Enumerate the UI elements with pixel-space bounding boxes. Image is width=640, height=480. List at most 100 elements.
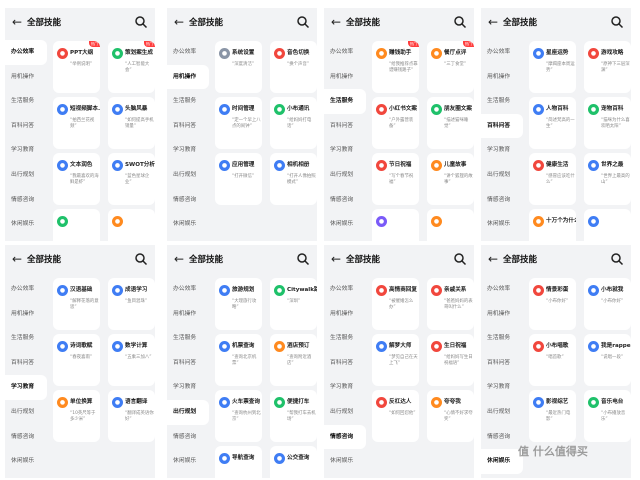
skill-card[interactable]: ● 人物百科 “简述梵高的一生” bbox=[529, 97, 576, 149]
skill-card[interactable]: ● 朋友圈文案 “描述猫咪睡觉” bbox=[427, 97, 474, 149]
category-item[interactable]: 休闲娱乐 bbox=[481, 449, 523, 474]
skill-card[interactable]: ● 生日祝福 “给妈妈写生日祝福语” bbox=[427, 334, 474, 386]
skill-card[interactable]: ● 音色切换 “换个声音” bbox=[270, 41, 317, 93]
category-item[interactable]: 生活服务 bbox=[481, 89, 523, 114]
category-item[interactable]: 生活服务 bbox=[167, 89, 209, 114]
skill-card[interactable]: ● bbox=[108, 209, 155, 241]
skill-card[interactable]: ● bbox=[427, 209, 474, 241]
category-item[interactable]: 百科问答 bbox=[324, 351, 366, 376]
skill-card[interactable]: ●短视频脚本... “拍西兰花视频” bbox=[53, 97, 100, 149]
arrow-left-icon[interactable]: ← bbox=[488, 252, 498, 266]
category-item[interactable]: 休闲娱乐 bbox=[5, 212, 47, 237]
category-item[interactable]: 休闲娱乐 bbox=[324, 212, 366, 237]
category-item[interactable]: 出行规划 bbox=[481, 163, 523, 188]
search-icon[interactable] bbox=[610, 15, 624, 29]
skill-card[interactable]: ● 小布唱歌 “唱首歌” bbox=[529, 334, 576, 386]
skill-card[interactable]: ● 小布通讯 “给妈妈打电话” bbox=[270, 97, 317, 149]
category-item[interactable]: 学习教育 bbox=[167, 375, 209, 400]
category-item[interactable]: 用机操作 bbox=[481, 302, 523, 327]
skill-card[interactable]: ● 机票查询 “查询北京机票” bbox=[215, 334, 262, 386]
category-item[interactable]: 情感咨询 bbox=[5, 425, 47, 450]
skill-card[interactable]: ● 语言翻译 “翻译成英语你好” bbox=[108, 390, 155, 442]
skill-card[interactable]: ● 小红书文案 “户外露营装备” bbox=[372, 97, 419, 149]
skill-card[interactable]: ● 高情商回复 “被催婚怎么办” bbox=[372, 278, 419, 330]
category-item[interactable]: 百科问答 bbox=[167, 351, 209, 376]
skill-card[interactable]: ● 诗词歌赋 “春夜喜雨” bbox=[53, 334, 100, 386]
skill-card[interactable]: ● 情景彩蛋 “小布你好” bbox=[529, 278, 576, 330]
category-item[interactable]: 情感咨询 bbox=[324, 188, 366, 213]
skill-card[interactable]: ● 策划案生成 “人工智能大会” 热门 bbox=[108, 41, 155, 93]
skill-card[interactable]: ●十万个为什么 bbox=[529, 209, 576, 241]
skill-card[interactable]: ● 旅游规划 “大理旅行攻略” bbox=[215, 278, 262, 330]
search-icon[interactable] bbox=[453, 252, 467, 266]
category-item[interactable]: 出行规划 bbox=[5, 163, 47, 188]
category-item[interactable]: 情感咨询 bbox=[167, 188, 209, 213]
skill-card[interactable]: ● 我是rapper “说唱一段” bbox=[584, 334, 631, 386]
arrow-left-icon[interactable]: ← bbox=[488, 15, 498, 29]
skill-card[interactable]: ● bbox=[584, 209, 631, 241]
category-item[interactable]: 情感咨询 bbox=[324, 424, 366, 450]
skill-card[interactable]: ● 火车票查询 “查询杭州到北京” bbox=[215, 390, 262, 442]
skill-card[interactable]: ● 游戏攻略 “原神下三层深渊” bbox=[584, 41, 631, 93]
skill-card[interactable]: ● SWOT分析 “蓝色星球企业” bbox=[108, 153, 155, 205]
category-item[interactable]: 办公效率 bbox=[5, 277, 47, 302]
search-icon[interactable] bbox=[134, 252, 148, 266]
category-item[interactable]: 用机操作 bbox=[324, 65, 366, 90]
category-item[interactable]: 学习教育 bbox=[5, 375, 47, 400]
skill-card[interactable]: ● 汉语基础 “解释花落的意思” bbox=[53, 278, 100, 330]
skill-card[interactable]: ● bbox=[372, 209, 419, 241]
category-item[interactable]: 学习教育 bbox=[167, 138, 209, 163]
category-item[interactable]: 百科问答 bbox=[5, 114, 47, 139]
skill-card[interactable]: ● 赚钱助手 “给我推荐点靠谱赚钱路子” 热门 bbox=[372, 41, 419, 93]
skill-card[interactable]: ● bbox=[53, 209, 100, 241]
category-item[interactable]: 用机操作 bbox=[5, 65, 47, 90]
skill-card[interactable]: ● 系统设置 “深度清洁” bbox=[215, 41, 262, 93]
category-item[interactable]: 办公效率 bbox=[5, 40, 47, 65]
search-icon[interactable] bbox=[296, 252, 310, 266]
arrow-left-icon[interactable]: ← bbox=[12, 15, 22, 29]
category-item[interactable]: 用机操作 bbox=[324, 302, 366, 327]
category-item[interactable]: 出行规划 bbox=[5, 400, 47, 425]
skill-card[interactable]: ● 宠物百科 “猫咪为什么喜欢晒太阳” bbox=[584, 97, 631, 149]
skill-card[interactable]: ● PPT大纲 “举例说明” 热门 bbox=[53, 41, 100, 93]
arrow-left-icon[interactable]: ← bbox=[174, 15, 184, 29]
skill-card[interactable]: ● 应用管理 “打开微信” bbox=[215, 153, 262, 205]
category-item[interactable]: 办公效率 bbox=[481, 277, 523, 302]
search-icon[interactable] bbox=[134, 15, 148, 29]
category-item[interactable]: 生活服务 bbox=[5, 326, 47, 351]
category-item[interactable]: 办公效率 bbox=[324, 277, 366, 302]
skill-card[interactable]: ● 节日祝福 “写个春节祝福” bbox=[372, 153, 419, 205]
skill-card[interactable]: ● 餐厅点评 “三丁食堂” 热门 bbox=[427, 41, 474, 93]
skill-card[interactable]: ● 反杠达人 “如何回怼他” bbox=[372, 390, 419, 442]
category-item[interactable]: 办公效率 bbox=[167, 40, 209, 65]
category-item[interactable]: 用机操作 bbox=[5, 302, 47, 327]
category-item[interactable]: 办公效率 bbox=[324, 40, 366, 65]
skill-card[interactable]: ●Citywalk路线 “深圳” bbox=[270, 278, 317, 330]
category-item[interactable]: 用机操作 bbox=[481, 65, 523, 90]
category-item[interactable]: 办公效率 bbox=[481, 40, 523, 65]
category-item[interactable]: 学习教育 bbox=[324, 138, 366, 163]
category-item[interactable]: 生活服务 bbox=[324, 326, 366, 351]
category-item[interactable]: 情感咨询 bbox=[481, 425, 523, 450]
skill-card[interactable]: ● 音乐电台 “小布播放音乐” bbox=[584, 390, 631, 442]
skill-card[interactable]: ● 亲戚关系 “爸爸妈妈的表哥叫什么” bbox=[427, 278, 474, 330]
category-item[interactable]: 学习教育 bbox=[324, 375, 366, 400]
category-item[interactable]: 出行规划 bbox=[324, 400, 366, 425]
skill-card[interactable]: ● 影视综艺 “最近热门电影” bbox=[529, 390, 576, 442]
category-item[interactable]: 用机操作 bbox=[167, 302, 209, 327]
category-item[interactable]: 生活服务 bbox=[167, 326, 209, 351]
category-item[interactable]: 情感咨询 bbox=[167, 425, 209, 450]
category-item[interactable]: 出行规划 bbox=[481, 400, 523, 425]
skill-card[interactable]: ● 头脑风暴 “如何提高手机销量” bbox=[108, 97, 155, 149]
search-icon[interactable] bbox=[296, 15, 310, 29]
category-item[interactable]: 出行规划 bbox=[167, 399, 209, 425]
category-item[interactable]: 情感咨询 bbox=[481, 188, 523, 213]
category-item[interactable]: 休闲娱乐 bbox=[481, 212, 523, 237]
arrow-left-icon[interactable]: ← bbox=[174, 252, 184, 266]
category-item[interactable]: 百科问答 bbox=[5, 351, 47, 376]
skill-card[interactable]: ● 成语学习 “鱼目混珠” bbox=[108, 278, 155, 330]
category-item[interactable]: 用机操作 bbox=[167, 64, 209, 90]
skill-card[interactable]: ● 儿童故事 “讲个狐狸的故事” bbox=[427, 153, 474, 205]
skill-card[interactable]: ● 文本润色 “我最喜欢的海鲜是虾” bbox=[53, 153, 100, 205]
arrow-left-icon[interactable]: ← bbox=[331, 15, 341, 29]
